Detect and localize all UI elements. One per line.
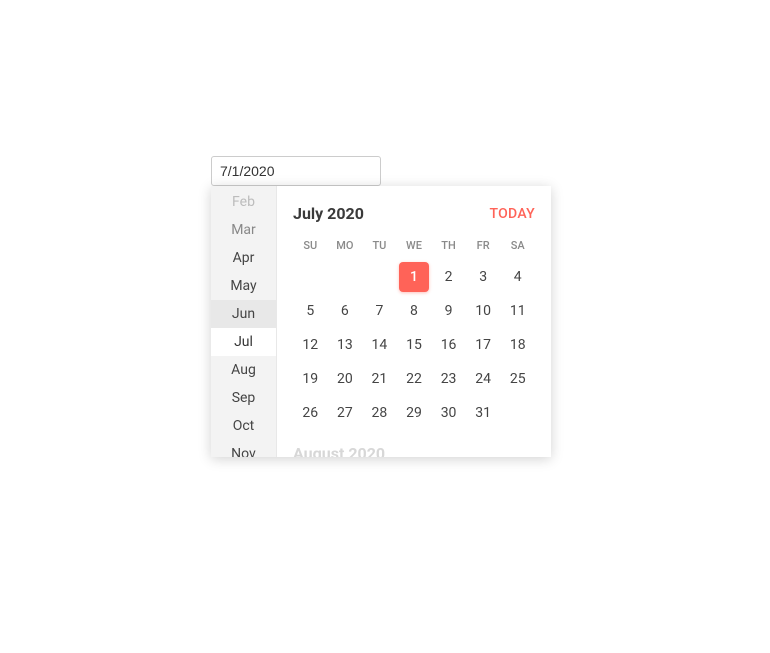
month-item-sep[interactable]: Sep: [211, 384, 276, 412]
day-17[interactable]: 17: [466, 330, 501, 360]
month-item-feb[interactable]: Feb: [211, 188, 276, 216]
day-empty: [328, 262, 363, 292]
day-5[interactable]: 5: [293, 296, 328, 326]
calendar-month-title: July 2020: [293, 204, 364, 223]
day-14[interactable]: 14: [362, 330, 397, 360]
day-20[interactable]: 20: [328, 364, 363, 394]
month-scroll-list[interactable]: FebMarAprMayJunJulAugSepOctNovDec: [211, 186, 277, 457]
day-2[interactable]: 2: [431, 262, 466, 292]
day-24[interactable]: 24: [466, 364, 501, 394]
day-10[interactable]: 10: [466, 296, 501, 326]
day-26[interactable]: 26: [293, 398, 328, 428]
day-28[interactable]: 28: [362, 398, 397, 428]
weekday-label: FR: [466, 235, 501, 256]
date-input[interactable]: [212, 157, 381, 185]
day-1[interactable]: 1: [399, 262, 429, 292]
day-30[interactable]: 30: [431, 398, 466, 428]
calendar-popup: FebMarAprMayJunJulAugSepOctNovDec July 2…: [211, 186, 551, 457]
weekday-label: TU: [362, 235, 397, 256]
day-31[interactable]: 31: [466, 398, 501, 428]
day-13[interactable]: 13: [328, 330, 363, 360]
month-item-jun[interactable]: Jun: [211, 300, 276, 328]
days-grid: 1234567891011121314151617181920212223242…: [293, 262, 535, 428]
month-item-jul[interactable]: Jul: [211, 328, 276, 356]
weekday-label: TH: [431, 235, 466, 256]
day-19[interactable]: 19: [293, 364, 328, 394]
next-month-title: August 2020: [293, 444, 535, 457]
day-3[interactable]: 3: [466, 262, 501, 292]
month-item-nov[interactable]: Nov: [211, 440, 276, 457]
day-16[interactable]: 16: [431, 330, 466, 360]
day-11[interactable]: 11: [500, 296, 535, 326]
day-8[interactable]: 8: [397, 296, 432, 326]
day-15[interactable]: 15: [397, 330, 432, 360]
day-27[interactable]: 27: [328, 398, 363, 428]
weekday-label: WE: [397, 235, 432, 256]
date-input-group: [211, 156, 381, 186]
day-4[interactable]: 4: [500, 262, 535, 292]
day-29[interactable]: 29: [397, 398, 432, 428]
month-item-oct[interactable]: Oct: [211, 412, 276, 440]
day-12[interactable]: 12: [293, 330, 328, 360]
calendar-pane: July 2020 TODAY SUMOTUWETHFRSA 123456789…: [277, 186, 551, 457]
day-18[interactable]: 18: [500, 330, 535, 360]
date-picker: FebMarAprMayJunJulAugSepOctNovDec July 2…: [211, 156, 381, 186]
day-7[interactable]: 7: [362, 296, 397, 326]
day-21[interactable]: 21: [362, 364, 397, 394]
weekday-header-row: SUMOTUWETHFRSA: [293, 235, 535, 256]
month-item-aug[interactable]: Aug: [211, 356, 276, 384]
day-22[interactable]: 22: [397, 364, 432, 394]
day-empty: [293, 262, 328, 292]
day-empty: [362, 262, 397, 292]
day-25[interactable]: 25: [500, 364, 535, 394]
weekday-label: SU: [293, 235, 328, 256]
weekday-label: SA: [500, 235, 535, 256]
weekday-label: MO: [328, 235, 363, 256]
month-item-may[interactable]: May: [211, 272, 276, 300]
month-item-mar[interactable]: Mar: [211, 216, 276, 244]
today-button[interactable]: TODAY: [489, 206, 535, 222]
calendar-header: July 2020 TODAY: [293, 204, 535, 223]
month-item-apr[interactable]: Apr: [211, 244, 276, 272]
day-6[interactable]: 6: [328, 296, 363, 326]
day-9[interactable]: 9: [431, 296, 466, 326]
day-23[interactable]: 23: [431, 364, 466, 394]
